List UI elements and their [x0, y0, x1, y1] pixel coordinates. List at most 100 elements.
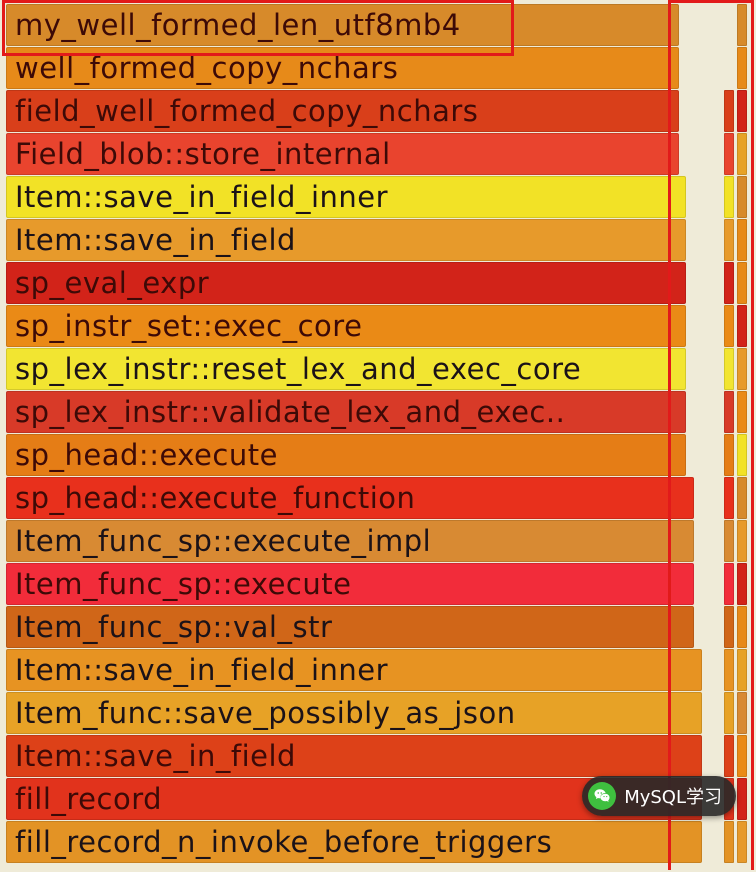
flame-frame[interactable]: Field_blob::store_internal	[6, 133, 679, 175]
side-strip-row	[706, 520, 750, 562]
side-strip-slice	[724, 262, 734, 304]
side-strip-slice	[724, 563, 734, 605]
flame-frame-label: Item::save_in_field_inner	[7, 183, 388, 212]
side-strip-slice	[737, 219, 747, 261]
side-strip-slice	[737, 262, 747, 304]
flame-frame[interactable]: Item::save_in_field_inner	[6, 176, 686, 218]
side-strip-slice	[724, 348, 734, 390]
side-strip-slice	[724, 606, 734, 648]
side-strip-slice	[724, 176, 734, 218]
flame-frame[interactable]: Item_func::save_possibly_as_json	[6, 692, 702, 734]
side-strip-row	[706, 305, 750, 347]
flame-frame-label: sp_lex_instr::validate_lex_and_exec..	[7, 398, 565, 427]
flame-frame[interactable]: Item::save_in_field	[6, 735, 702, 777]
side-strip-slice	[737, 735, 747, 777]
side-strip-row	[706, 391, 750, 433]
side-strip-slice	[724, 90, 734, 132]
flame-frame[interactable]: well_formed_copy_nchars	[6, 47, 679, 89]
flame-frame-label: well_formed_copy_nchars	[7, 54, 398, 83]
side-strip-row	[706, 477, 750, 519]
side-strip-row	[706, 4, 750, 46]
side-strip-slice	[724, 434, 734, 476]
flame-frame-label: sp_head::execute_function	[7, 484, 415, 513]
side-strip-slice	[737, 477, 747, 519]
side-strip-slice	[737, 348, 747, 390]
flamegraph-stack: my_well_formed_len_utf8mb4 well_formed_co…	[0, 4, 756, 864]
side-strip-slice	[724, 477, 734, 519]
flame-frame-label: fill_record	[7, 785, 162, 814]
side-strip-row	[706, 692, 750, 734]
flamegraph-canvas: my_well_formed_len_utf8mb4 well_formed_co…	[0, 0, 756, 872]
side-strip-row	[706, 563, 750, 605]
watermark-label: MySQL学习	[624, 783, 722, 809]
flame-frame-label: Item::save_in_field_inner	[7, 656, 388, 685]
flame-frame-label: sp_instr_set::exec_core	[7, 312, 362, 341]
flame-frame-label: fill_record_n_invoke_before_triggers	[7, 828, 552, 857]
side-strip-slice	[737, 649, 747, 691]
side-strip-row	[706, 176, 750, 218]
flame-frame[interactable]: sp_head::execute	[6, 434, 686, 476]
side-strip-slice	[737, 90, 747, 132]
side-strip-slice	[737, 778, 747, 820]
side-strip-slice	[724, 735, 734, 777]
side-strip-slice	[724, 692, 734, 734]
flame-frame[interactable]: fill_record_n_invoke_before_triggers	[6, 821, 702, 863]
side-strip-slice	[724, 133, 734, 175]
flame-frame[interactable]: Item::save_in_field_inner	[6, 649, 702, 691]
side-strip-row	[706, 606, 750, 648]
flame-frame-label: Item::save_in_field	[7, 226, 296, 255]
flame-frame[interactable]: sp_lex_instr::validate_lex_and_exec..	[6, 391, 686, 433]
side-strip-slice	[737, 305, 747, 347]
flame-frame[interactable]: Item_func_sp::execute_impl	[6, 520, 694, 562]
flame-frame[interactable]: Item_func_sp::val_str	[6, 606, 694, 648]
flame-frame-label: Item_func_sp::execute_impl	[7, 527, 431, 556]
side-strip-slice	[724, 520, 734, 562]
flame-frame-label: Item_func_sp::val_str	[7, 613, 332, 642]
flame-frame[interactable]: field_well_formed_copy_nchars	[6, 90, 679, 132]
side-strip-slice	[737, 133, 747, 175]
flame-frame-label: field_well_formed_copy_nchars	[7, 97, 478, 126]
flame-frame[interactable]: my_well_formed_len_utf8mb4	[6, 4, 679, 46]
flame-frame-label: sp_lex_instr::reset_lex_and_exec_core	[7, 355, 581, 384]
side-strip-slice	[737, 563, 747, 605]
flame-frame[interactable]: sp_eval_expr	[6, 262, 686, 304]
flame-frame-label: sp_head::execute	[7, 441, 278, 470]
side-strip-row	[706, 434, 750, 476]
flame-frame-label: Item_func_sp::execute	[7, 570, 351, 599]
side-strip-slice	[737, 692, 747, 734]
side-strip-row	[706, 821, 750, 863]
flame-frame-label: sp_eval_expr	[7, 269, 209, 298]
side-strip-row	[706, 47, 750, 89]
side-strip-slice	[737, 606, 747, 648]
side-strip-row	[706, 649, 750, 691]
flame-frame[interactable]: Item_func_sp::execute	[6, 563, 694, 605]
side-strip-slice	[724, 821, 734, 863]
side-strip-slice	[737, 4, 747, 46]
flame-frame-label: Item_func::save_possibly_as_json	[7, 699, 516, 728]
side-strip-slice	[724, 305, 734, 347]
side-strip-row	[706, 735, 750, 777]
flame-frame[interactable]: sp_lex_instr::reset_lex_and_exec_core	[6, 348, 686, 390]
flame-frame[interactable]: Item::save_in_field	[6, 219, 686, 261]
side-strip-slice	[737, 520, 747, 562]
side-strip-row	[706, 348, 750, 390]
side-strip-slice	[737, 391, 747, 433]
flame-frame[interactable]: sp_instr_set::exec_core	[6, 305, 686, 347]
side-strip-slice	[724, 391, 734, 433]
wechat-icon	[588, 782, 616, 810]
side-strip-slice	[737, 47, 747, 89]
flame-frame-label: my_well_formed_len_utf8mb4	[7, 11, 461, 40]
flame-frame-label: Field_blob::store_internal	[7, 140, 391, 169]
side-strip-row	[706, 133, 750, 175]
flame-frame[interactable]: sp_head::execute_function	[6, 477, 694, 519]
side-strip-slice	[737, 176, 747, 218]
side-strip-slice	[737, 821, 747, 863]
side-strip-slice	[724, 219, 734, 261]
side-strip-row	[706, 90, 750, 132]
side-strip-slice	[737, 434, 747, 476]
side-strip-row	[706, 219, 750, 261]
side-strip-slice	[724, 649, 734, 691]
flamegraph-side-column	[706, 4, 750, 864]
flame-frame-label: Item::save_in_field	[7, 742, 296, 771]
side-strip-row	[706, 262, 750, 304]
